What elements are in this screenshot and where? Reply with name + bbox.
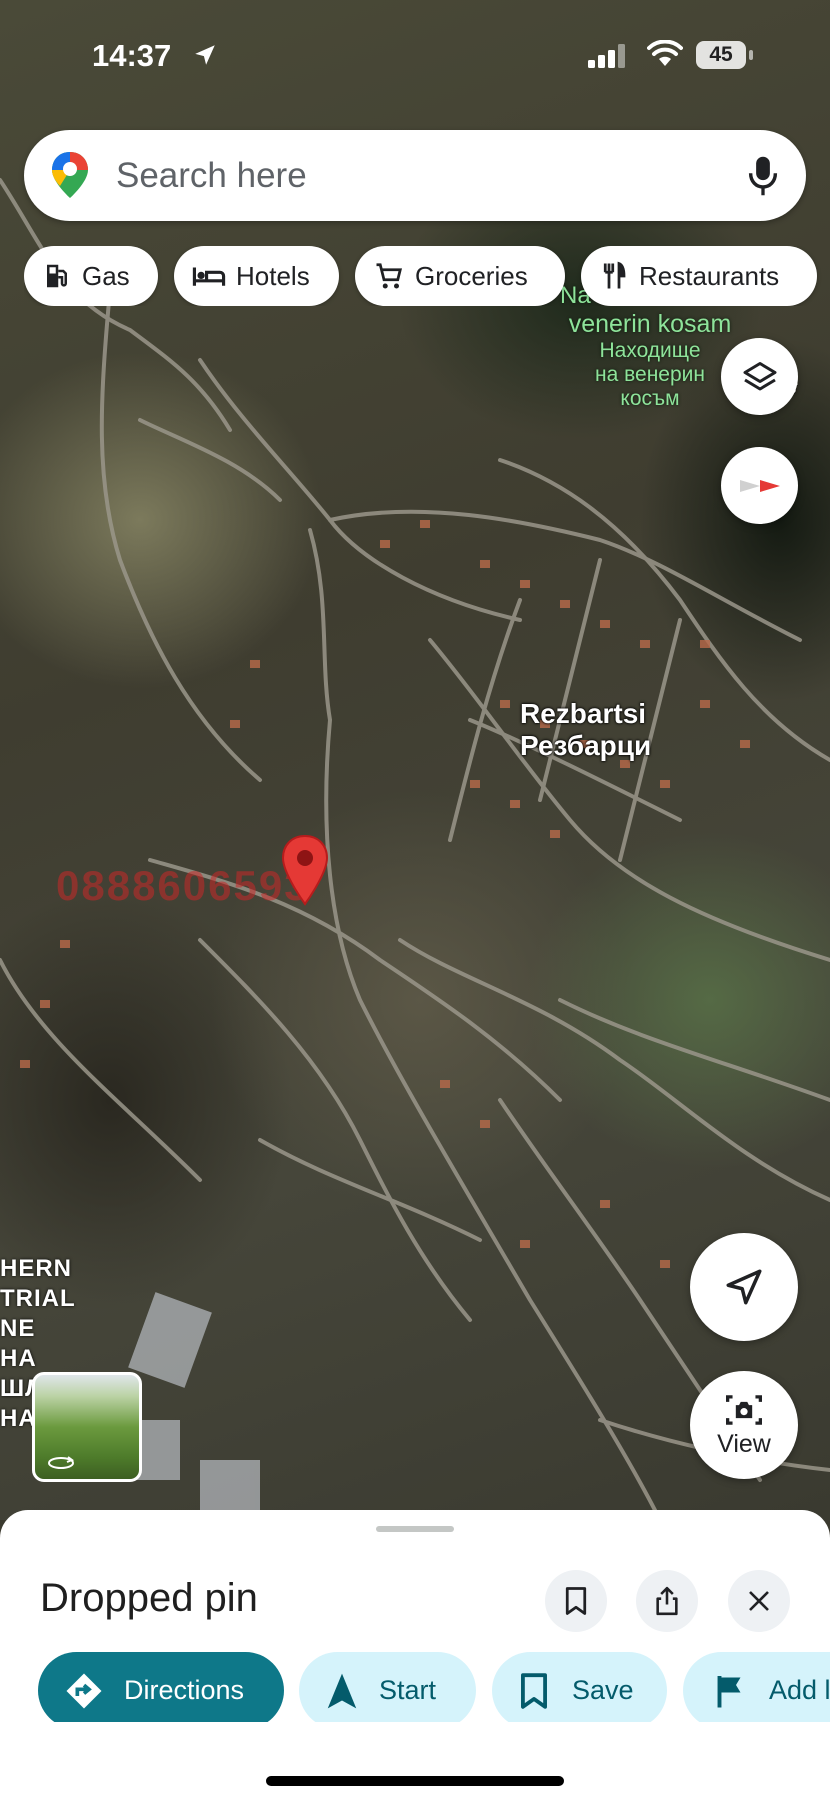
cell-signal-icon <box>588 44 628 73</box>
chip-restaurants[interactable]: Restaurants <box>581 246 817 306</box>
directions-diamond-icon <box>66 1673 102 1708</box>
location-arrow-icon <box>192 42 218 73</box>
my-location-button[interactable] <box>690 1233 798 1341</box>
layers-button[interactable] <box>721 338 798 415</box>
category-chips: Gas Hotels Groceries Restaurants <box>24 246 830 306</box>
street-view-camera-icon <box>726 1394 762 1425</box>
google-maps-pin-icon <box>50 150 90 205</box>
wifi-icon <box>647 39 683 73</box>
chip-gas[interactable]: Gas <box>24 246 158 306</box>
share-button[interactable] <box>636 1570 698 1632</box>
start-label: Start <box>379 1675 437 1705</box>
edge-line: TRIAL <box>0 1285 76 1312</box>
watermark-text: 0888606593 <box>56 862 310 909</box>
poi-cyrillic-1: Находище <box>599 339 701 362</box>
chip-label: Restaurants <box>639 260 780 291</box>
close-icon <box>749 1591 769 1611</box>
view-label: View <box>717 1429 771 1458</box>
compass-button[interactable] <box>721 447 798 524</box>
rotate-360-icon <box>48 1456 75 1469</box>
action-row: Directions Start Save Add l <box>0 1642 830 1722</box>
sheet-drag-handle[interactable] <box>376 1526 454 1532</box>
add-label-button[interactable]: Add l <box>683 1652 830 1722</box>
directions-label: Directions <box>124 1675 245 1705</box>
street-view-thumbnail[interactable] <box>32 1372 142 1482</box>
search-bar[interactable] <box>24 130 806 221</box>
status-time: 14:37 <box>92 38 172 73</box>
place-sheet[interactable]: Dropped pin Directions Start Save Add l <box>0 1510 830 1800</box>
layers-icon <box>743 361 776 390</box>
chip-hotels[interactable]: Hotels <box>174 246 339 306</box>
fork-knife-icon <box>603 261 626 289</box>
edge-line: HA <box>0 1345 37 1372</box>
home-indicator[interactable] <box>266 1776 564 1786</box>
town-cyrillic: Резбарци <box>520 730 652 761</box>
navigation-arrow-icon <box>726 1269 762 1305</box>
bed-icon <box>192 267 226 286</box>
save-place-button[interactable] <box>545 1570 607 1632</box>
directions-button[interactable]: Directions <box>38 1652 284 1722</box>
battery-icon: 45 <box>696 41 746 69</box>
poi-cyrillic-3: косъм <box>620 387 680 410</box>
poi-latin: venerin kosam <box>568 310 732 338</box>
flag-icon <box>717 1675 741 1707</box>
street-view-button[interactable]: View <box>690 1371 798 1479</box>
poi-cyrillic-2: на венерин <box>595 363 705 386</box>
place-title: Dropped pin <box>40 1576 258 1620</box>
edge-line: NE <box>0 1315 36 1342</box>
microphone-icon[interactable] <box>746 154 780 203</box>
status-bar: 14:37 45 <box>0 0 830 110</box>
chip-label: Gas <box>82 260 130 291</box>
start-button[interactable]: Start <box>299 1652 476 1722</box>
cart-icon <box>376 263 403 289</box>
battery-nub <box>749 50 753 60</box>
share-icon <box>656 1586 678 1616</box>
bookmark-icon <box>521 1672 547 1709</box>
close-button[interactable] <box>728 1570 790 1632</box>
chip-label: Hotels <box>236 260 310 291</box>
edge-line: HERN <box>0 1255 73 1282</box>
navigation-arrow-icon <box>327 1673 357 1708</box>
add-label-text: Add l <box>769 1675 830 1705</box>
save-label: Save <box>572 1675 634 1705</box>
town-latin: Rezbartsi <box>520 698 647 729</box>
save-button[interactable]: Save <box>492 1652 667 1722</box>
chip-groceries[interactable]: Groceries <box>355 246 565 306</box>
gas-station-icon <box>47 264 67 288</box>
search-input[interactable] <box>116 156 636 196</box>
chip-label: Groceries <box>415 260 528 291</box>
town-label[interactable]: Rezbartsi Резбарци <box>520 698 651 762</box>
compass-icon <box>739 479 780 492</box>
bookmark-icon <box>565 1587 587 1615</box>
